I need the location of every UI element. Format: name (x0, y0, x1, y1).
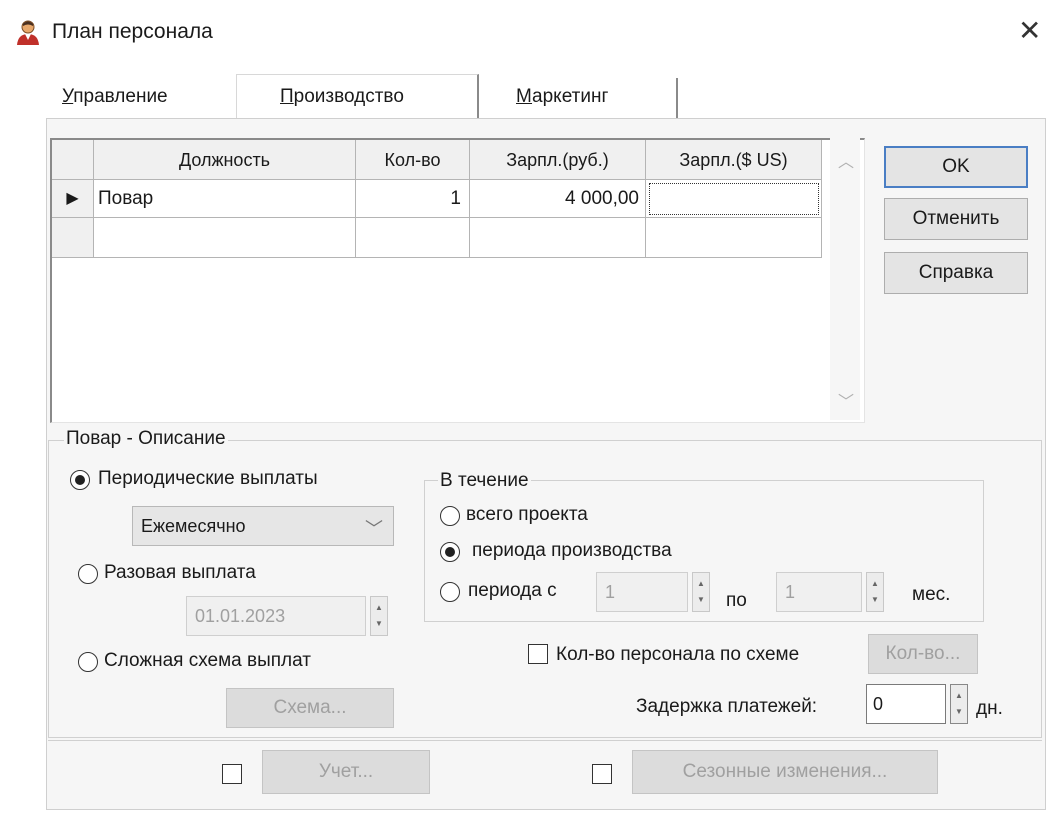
one-time-date-value: 01.01.2023 (195, 606, 286, 626)
cancel-button[interactable]: Отменить (884, 198, 1028, 240)
spin-down-icon: ▼ (697, 595, 705, 604)
complex-label: Сложная схема выплат (104, 650, 311, 671)
scroll-down-icon[interactable]: ﹀ (838, 388, 854, 412)
period-to-value: 1 (785, 582, 796, 602)
one-time-label: Разовая выплата (104, 562, 256, 583)
description-title: Повар - Описание (64, 428, 228, 450)
window-title: План персонала (52, 20, 213, 43)
cell-position[interactable]: Повар (94, 180, 356, 218)
months-unit: мес. (912, 584, 951, 605)
date-spinner[interactable]: ▲ ▼ (370, 596, 388, 636)
close-icon[interactable]: ✕ (1018, 14, 1041, 47)
spin-up-icon: ▲ (955, 691, 963, 700)
tab-management-label: правление (73, 86, 168, 107)
cell-empty[interactable] (356, 218, 470, 258)
cell-empty[interactable] (94, 218, 356, 258)
tab-divider (676, 78, 678, 118)
spin-up-icon: ▲ (375, 603, 383, 612)
staff-by-scheme-checkbox[interactable] (528, 644, 548, 664)
period-from-label: периода с (468, 580, 557, 601)
tab-management[interactable]: Управление (62, 86, 168, 108)
seasonal-changes-button[interactable]: Сезонные изменения... (632, 750, 938, 794)
chevron-down-icon: ﹀ (365, 519, 383, 539)
spin-down-icon: ▼ (955, 707, 963, 716)
one-time-date-field[interactable]: 01.01.2023 (186, 596, 366, 636)
row-indicator-empty (52, 218, 94, 258)
tab-marketing[interactable]: Маркетинг (516, 86, 608, 108)
column-header-count[interactable]: Кол-во (356, 140, 470, 180)
column-header-position[interactable]: Должность (94, 140, 356, 180)
delay-value: 0 (873, 694, 884, 714)
column-header-salary-rub[interactable]: Зарпл.(руб.) (470, 140, 646, 180)
tab-production-label: роизводство (293, 86, 404, 107)
one-time-radio[interactable] (78, 564, 98, 584)
column-header-salary-usd[interactable]: Зарпл.($ US) (646, 140, 822, 180)
seasonal-checkbox[interactable] (592, 764, 612, 784)
delay-input[interactable]: 0 (866, 684, 946, 724)
delay-unit: дн. (976, 698, 1003, 719)
from-spinner[interactable]: ▲ ▼ (692, 572, 710, 612)
cell-empty[interactable] (646, 218, 822, 258)
frequency-select[interactable]: Ежемесячно ﹀ (132, 506, 394, 546)
period-from-field[interactable]: 1 (596, 572, 688, 612)
cell-empty[interactable] (470, 218, 646, 258)
whole-project-radio[interactable] (440, 506, 460, 526)
complex-radio[interactable] (78, 652, 98, 672)
bottom-separator (48, 740, 1042, 741)
grid-corner (52, 140, 94, 180)
frequency-value: Ежемесячно (141, 516, 246, 536)
ok-button[interactable]: OK (884, 146, 1028, 188)
tab-marketing-label: аркетинг (532, 86, 609, 107)
to-spinner[interactable]: ▲ ▼ (866, 572, 884, 612)
spin-up-icon: ▲ (871, 579, 879, 588)
count-button[interactable]: Кол-во... (868, 634, 978, 674)
delay-label: Задержка платежей: (636, 696, 818, 717)
period-from-value: 1 (605, 582, 616, 602)
cell-salary-usd[interactable] (646, 180, 822, 218)
accounting-checkbox[interactable] (222, 764, 242, 784)
scroll-up-icon[interactable]: ︿ (838, 148, 854, 172)
period-from-radio[interactable] (440, 582, 460, 602)
spin-down-icon: ▼ (871, 595, 879, 604)
row-indicator: ▶ (52, 180, 94, 218)
spin-up-icon: ▲ (697, 579, 705, 588)
cell-count[interactable]: 1 (356, 180, 470, 218)
delay-spinner[interactable]: ▲ ▼ (950, 684, 968, 724)
during-title: В течение (438, 470, 531, 492)
accounting-button[interactable]: Учет... (262, 750, 430, 794)
scheme-button[interactable]: Схема... (226, 688, 394, 728)
periodic-label: Периодические выплаты (98, 468, 318, 489)
to-label: по (726, 590, 747, 611)
grid-scrollbar[interactable]: ︿ ﹀ (830, 138, 860, 420)
period-to-field[interactable]: 1 (776, 572, 862, 612)
tab-marketing-accel: М (516, 86, 533, 107)
tab-production[interactable]: Производство (280, 86, 404, 108)
whole-project-label: всего проекта (466, 504, 588, 525)
help-button[interactable]: Справка (884, 252, 1028, 294)
periodic-radio[interactable] (70, 470, 90, 490)
tab-management-accel: У (62, 86, 74, 107)
tab-production-accel: П (280, 86, 294, 107)
production-period-label: периода производства (472, 540, 672, 561)
spin-down-icon: ▼ (375, 619, 383, 628)
app-person-icon (14, 18, 42, 46)
staff-grid[interactable]: Должность Кол-во Зарпл.(руб.) Зарпл.($ U… (50, 138, 865, 423)
cell-salary-rub[interactable]: 4 000,00 (470, 180, 646, 218)
production-period-radio[interactable] (440, 542, 460, 562)
staff-by-scheme-label: Кол-во персонала по схеме (556, 644, 800, 665)
